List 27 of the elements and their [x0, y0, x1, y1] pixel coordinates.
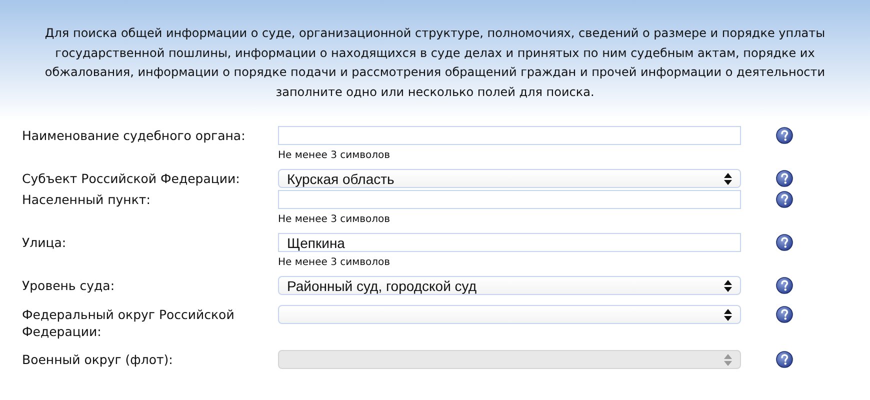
updown-arrow-icon	[724, 308, 732, 320]
help-icon[interactable]	[776, 127, 793, 144]
field-label: Населенный пункт:	[22, 191, 152, 208]
updown-arrow-icon	[724, 280, 732, 292]
help-icon[interactable]	[776, 234, 793, 251]
field-label: Улица:	[22, 234, 68, 251]
input-field[interactable]	[278, 126, 741, 145]
help-icon[interactable]	[776, 191, 793, 208]
dropdown[interactable]: Курская область	[278, 169, 741, 188]
input-field[interactable]	[278, 190, 741, 209]
help-icon[interactable]	[776, 170, 793, 187]
hint-text: Не менее 3 символов	[278, 257, 392, 268]
input-field[interactable]: Щепкина	[278, 233, 741, 252]
intro-text: Для поиска общей информации о суде, организационной структуре, полномочиях, сведений о размере и порядке уплаты государственной пошлины, информации о находящихся в суде делах и принятых по ним судебным актам, порядке их обжалования, информации о порядке подачи и рассмотрения обращений граждан и прочей информации о деятельности заполните одно или несколько полей для поиска.	[44, 25, 826, 100]
hint-text: Не менее 3 символов	[278, 150, 392, 161]
updown-arrow-icon	[724, 354, 732, 366]
dropdown[interactable]: Районный суд, городской суд	[278, 276, 741, 295]
field-label: Наименование судебного органа:	[22, 127, 246, 144]
help-icon[interactable]	[776, 351, 793, 368]
field-label: Уровень суда:	[22, 277, 116, 294]
help-icon[interactable]	[776, 277, 793, 294]
updown-arrow-icon	[724, 172, 732, 184]
field-label: Субъект Российской Федерации:	[22, 170, 241, 187]
help-icon[interactable]	[776, 306, 793, 323]
field-label: Военный округ (флот):	[22, 351, 174, 368]
hint-text: Не менее 3 символов	[278, 214, 392, 225]
field-label: Федеральный округ Российской Федерации:	[22, 306, 236, 340]
